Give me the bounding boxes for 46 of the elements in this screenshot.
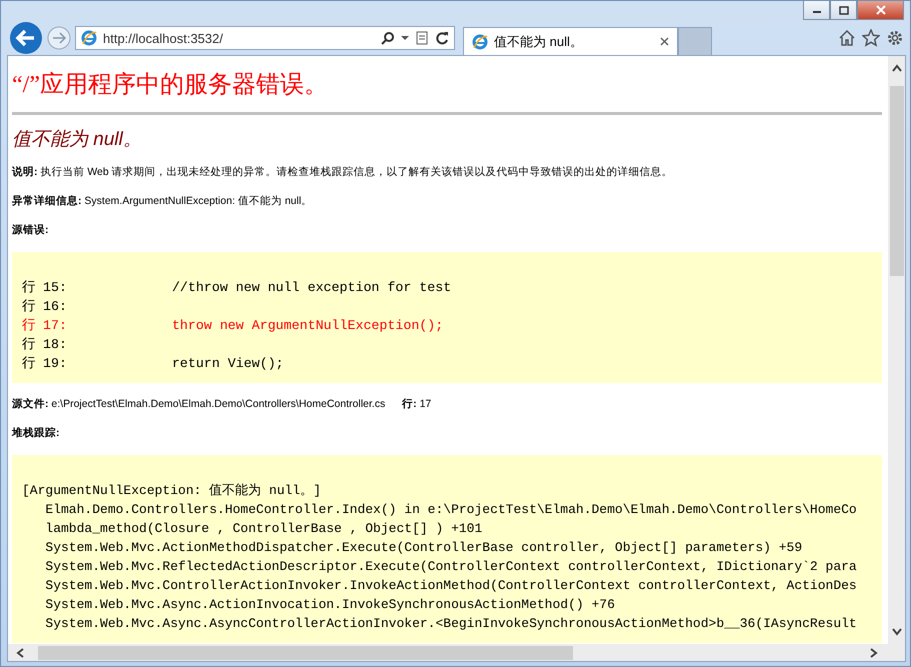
- minimize-button[interactable]: [803, 1, 830, 20]
- scroll-thumb[interactable]: [38, 646, 573, 660]
- star-icon[interactable]: [862, 29, 880, 47]
- code-line: 行 15: //throw new null exception for test: [22, 279, 452, 297]
- stack-trace-line: Elmah.Demo.Controllers.HomeController.Index() in e:\ProjectTest\Elmah.Demo\Elmah.Demo\Controllers\HomeCo: [44, 501, 857, 519]
- settings-icon[interactable]: [886, 29, 904, 47]
- stack-trace-line: System.Web.Mvc.ControllerActionInvoker.InvokeActionMethod(ControllerContext controllerContext, ActionDes: [44, 577, 857, 595]
- browser-logo-icon: [81, 30, 97, 46]
- stack-trace-line: System.Web.Mvc.Async.ActionInvocation.InvokeSynchronousActionMethod() +76: [44, 596, 615, 614]
- browser-logo-icon: [472, 34, 488, 50]
- scroll-thumb[interactable]: [890, 86, 904, 276]
- maximize-button[interactable]: [830, 1, 857, 20]
- exception-label: 异常详细信息:: [12, 195, 82, 207]
- address-bar[interactable]: http://localhost:3532/: [75, 26, 455, 50]
- description-text: 执行当前 Web 请求期间，出现未经处理的异常。请检查堆栈跟踪信息，以了解有关该错误以及代码中导致错误的出处的详细信息。: [40, 166, 673, 178]
- address-text: http://localhost:3532/: [103, 30, 224, 46]
- vertical-scrollbar[interactable]: [888, 56, 905, 644]
- exception-text: System.ArgumentNullException: 值不能为 null。: [84, 195, 312, 207]
- refresh-icon[interactable]: [435, 31, 449, 45]
- stack-trace-line: System.Web.Mvc.ReflectedActionDescriptor.Execute(ControllerContext controllerContext, IDictionary`2 para: [44, 558, 857, 576]
- code-line: 行 16:: [22, 298, 68, 316]
- page-title: “/”应用程序中的服务器错误。: [12, 70, 329, 100]
- code-line: 行 18:: [22, 336, 68, 354]
- caret-icon[interactable]: [401, 35, 409, 41]
- code-line: 行 17: throw new ArgumentNullException();: [22, 317, 444, 335]
- browser-tab[interactable]: 值不能为 null。: [463, 27, 678, 55]
- description-label: 说明:: [12, 166, 38, 178]
- stack-trace-label: 堆栈跟踪:: [12, 427, 60, 439]
- close-icon[interactable]: [660, 37, 669, 46]
- stack-trace-line: System.Web.Mvc.ActionMethodDispatcher.Execute(ControllerBase controller, Object[] parameters) +59: [44, 539, 802, 557]
- error-message: 值不能为 null。: [12, 128, 143, 152]
- back-button[interactable]: [9, 21, 43, 55]
- code-line: 行 19: return View();: [22, 355, 284, 373]
- home-icon[interactable]: [838, 29, 856, 47]
- source-file-path: e:\ProjectTest\Elmah.Demo\Elmah.Demo\Controllers\HomeController.cs: [51, 398, 386, 410]
- source-error-label: 源错误:: [12, 224, 48, 236]
- stack-trace-line: System.Web.Mvc.Async.AsyncControllerActionInvoker.<BeginInvokeSynchronousActionMethod>b__36(IAsyncResult: [44, 615, 857, 633]
- maximize-icon: [838, 6, 848, 14]
- line-label: 行:: [402, 398, 417, 410]
- source-file-label: 源文件:: [12, 398, 48, 410]
- close-icon: [874, 5, 886, 15]
- line-number: 17: [420, 398, 432, 410]
- stack-trace-line: lambda_method(Closure , ControllerBase , Object[] ) +101: [44, 520, 482, 538]
- stack-trace-line: [ArgumentNullException: 值不能为 null。]: [22, 482, 322, 500]
- search-icon[interactable]: [381, 31, 395, 45]
- close-button[interactable]: [857, 1, 904, 20]
